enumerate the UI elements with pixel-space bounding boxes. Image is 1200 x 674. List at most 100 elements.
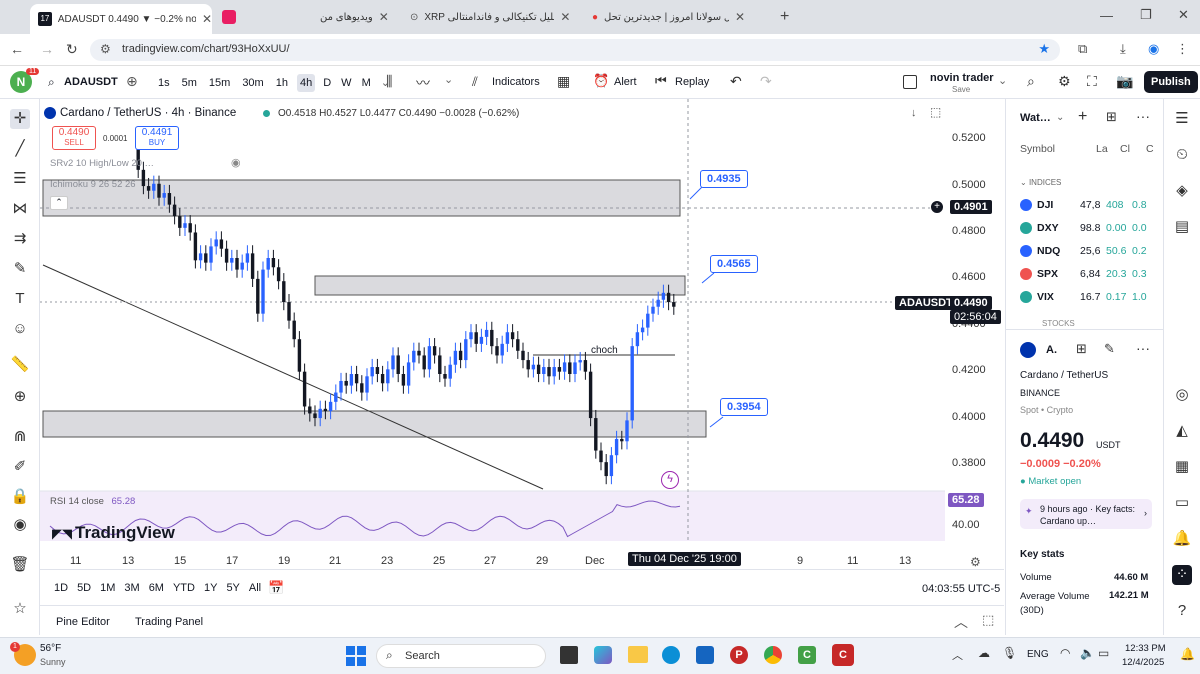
task-view-icon[interactable] bbox=[560, 646, 578, 664]
range-5y[interactable]: 5Y bbox=[226, 582, 239, 594]
axis-settings-icon[interactable]: ⚙ bbox=[970, 555, 981, 569]
brush-icon[interactable]: ✎ bbox=[10, 259, 30, 279]
microphone-icon[interactable]: 🎙 bbox=[1002, 646, 1017, 660]
range-5d[interactable]: 5D bbox=[77, 582, 91, 594]
chevron-down-icon[interactable]: ⌄ bbox=[1056, 112, 1064, 123]
indicator-legend-ichimoku[interactable]: Ichimoku 9 26 52 26 bbox=[50, 179, 136, 190]
lock-drawing-icon[interactable]: ✐ bbox=[10, 457, 30, 477]
apps-grid-icon[interactable]: ⁘ bbox=[1172, 565, 1192, 585]
interval-1s[interactable]: 1s bbox=[158, 77, 170, 89]
range-1d[interactable]: 1D bbox=[54, 582, 68, 594]
chevron-up-icon[interactable]: ︿ bbox=[952, 647, 963, 663]
interval-30m[interactable]: 30m bbox=[242, 77, 263, 89]
interval-d[interactable]: D bbox=[323, 77, 331, 89]
close-tab-icon[interactable]: ✕ bbox=[379, 10, 389, 24]
undo-icon[interactable]: ↶ bbox=[730, 73, 742, 90]
chart-canvas[interactable] bbox=[40, 99, 1004, 569]
chevron-up-icon[interactable]: ︿ bbox=[954, 612, 968, 632]
interval-15m[interactable]: 15m bbox=[209, 77, 230, 89]
notifications-bell-icon[interactable]: 🔔 bbox=[1172, 529, 1192, 549]
col-last[interactable]: La bbox=[1096, 143, 1108, 155]
clock-date[interactable]: 12/4/2025 bbox=[1122, 657, 1164, 668]
emoji-icon[interactable]: ☺ bbox=[10, 319, 30, 339]
profile-icon[interactable]: ◉ bbox=[1148, 41, 1159, 57]
close-tab-icon[interactable]: ✕ bbox=[735, 10, 745, 24]
replay-button[interactable]: Replay bbox=[675, 76, 709, 88]
back-icon[interactable]: ← bbox=[10, 41, 24, 57]
magnet-icon[interactable]: ⋒ bbox=[10, 427, 30, 447]
layouts-icon[interactable]: ▦ bbox=[557, 73, 570, 90]
watchlist-title[interactable]: Wat… bbox=[1020, 112, 1051, 124]
choch-label[interactable]: choch bbox=[591, 345, 618, 356]
zoom-icon[interactable]: ⊕ bbox=[10, 387, 30, 407]
download-icon[interactable]: ⤓ bbox=[1120, 41, 1126, 57]
add-symbol-icon[interactable]: + bbox=[1078, 108, 1087, 126]
new-tab-icon[interactable]: + bbox=[780, 8, 789, 26]
app-p-icon[interactable]: P bbox=[730, 646, 748, 664]
collapse-legend-icon[interactable]: ⌃ bbox=[50, 196, 68, 210]
publish-button[interactable]: Publish bbox=[1144, 71, 1198, 93]
watchlist-row-dxy[interactable]: DXY 98.8 0.00 0.0 bbox=[1020, 218, 1160, 238]
range-6m[interactable]: 6M bbox=[149, 582, 164, 594]
restore-icon[interactable]: ❐ bbox=[1140, 7, 1152, 23]
utc-clock[interactable]: 04:03:55 UTC-5 bbox=[922, 583, 1000, 595]
crosshair-icon[interactable]: ✛ bbox=[10, 109, 30, 129]
app-favicon-icon[interactable] bbox=[222, 10, 236, 24]
support-zone[interactable] bbox=[42, 410, 707, 438]
edit-icon[interactable]: ✎ bbox=[1104, 341, 1115, 357]
watchlist-icon[interactable]: ☰ bbox=[1172, 109, 1192, 129]
redo-icon[interactable]: ↷ bbox=[760, 73, 772, 90]
grid-icon[interactable]: ⊞ bbox=[1076, 341, 1087, 357]
rsi-legend[interactable]: RSI 14 close 65.28 bbox=[50, 496, 135, 507]
help-icon[interactable]: ? bbox=[1172, 601, 1192, 621]
interval-4h[interactable]: 4h bbox=[296, 73, 316, 92]
range-1y[interactable]: 1Y bbox=[204, 582, 217, 594]
range-all[interactable]: All bbox=[249, 582, 261, 594]
favorites-star-icon[interactable]: ☆ bbox=[10, 599, 30, 619]
eye-icon[interactable]: ◉ bbox=[231, 156, 241, 169]
resistance-zone-mid[interactable] bbox=[314, 275, 686, 296]
interval-w[interactable]: W bbox=[341, 77, 351, 89]
compare-add-icon[interactable]: ⊕ bbox=[126, 73, 138, 90]
indicator-legend-srv2[interactable]: SRv2 10 High/Low 20 … bbox=[50, 158, 154, 169]
chat-icon[interactable]: ▭ bbox=[1172, 493, 1192, 513]
ruler-icon[interactable]: 📏 bbox=[10, 355, 30, 375]
pattern-icon[interactable]: ⋈ bbox=[10, 199, 30, 219]
interval-1h[interactable]: 1h bbox=[276, 77, 288, 89]
more-icon[interactable]: ··· bbox=[1136, 340, 1150, 356]
camtasia-icon[interactable]: C bbox=[798, 646, 816, 664]
taskbar-search[interactable]: ⌕ Search bbox=[376, 644, 546, 668]
pine-editor-tab[interactable]: Pine Editor bbox=[56, 616, 110, 628]
battery-icon[interactable]: ▭ bbox=[1098, 646, 1109, 660]
resistance-zone-upper[interactable] bbox=[42, 179, 681, 217]
store-icon[interactable] bbox=[696, 646, 714, 664]
menu-dots-icon[interactable]: ⋮ bbox=[1176, 41, 1189, 57]
url-field[interactable]: ⚙ tradingview.com/chart/93HoXxUU/ ★ bbox=[90, 39, 1060, 61]
col-symbol[interactable]: Symbol bbox=[1020, 143, 1055, 155]
interval-5m[interactable]: 5m bbox=[182, 77, 197, 89]
eye-icon[interactable]: ◉ bbox=[10, 515, 30, 535]
layout-checkbox-icon[interactable] bbox=[903, 75, 917, 89]
close-tab-icon[interactable]: ✕ bbox=[202, 12, 212, 26]
text-tool-icon[interactable]: T bbox=[10, 289, 30, 309]
chevron-down-icon[interactable]: ⌄ bbox=[998, 74, 1007, 87]
sell-button[interactable]: 0.4490 SELL bbox=[52, 126, 96, 150]
interval-m[interactable]: M bbox=[362, 77, 371, 89]
fullscreen-icon[interactable]: ⛶ bbox=[1087, 73, 1097, 90]
line-chart-icon[interactable]: 〰 bbox=[416, 73, 430, 93]
chrome-icon[interactable] bbox=[764, 646, 782, 664]
reload-icon[interactable]: ↻ bbox=[66, 41, 78, 58]
candles-icon[interactable]: ⫼ bbox=[386, 73, 392, 90]
target-icon[interactable]: ◎ bbox=[1172, 385, 1192, 405]
bookmark-star-icon[interactable]: ★ bbox=[1038, 41, 1050, 57]
camera-icon[interactable]: 📷 bbox=[1116, 73, 1133, 90]
col-change[interactable]: Cl bbox=[1120, 143, 1130, 155]
lock-icon[interactable]: 🔒 bbox=[10, 487, 30, 507]
browser-tab-active[interactable]: 17 ADAUSDT 0.4490 ▼ −0.2% nov ✕ bbox=[30, 4, 212, 34]
advanced-view-icon[interactable]: ⊞ bbox=[1106, 109, 1117, 125]
descending-trendline[interactable] bbox=[42, 264, 544, 490]
minimize-icon[interactable]: — bbox=[1100, 8, 1113, 23]
chevron-down-icon[interactable]: ⌄ bbox=[444, 73, 453, 86]
calendar-icon[interactable]: ▦ bbox=[1172, 457, 1192, 477]
close-window-icon[interactable]: ✕ bbox=[1178, 7, 1189, 23]
